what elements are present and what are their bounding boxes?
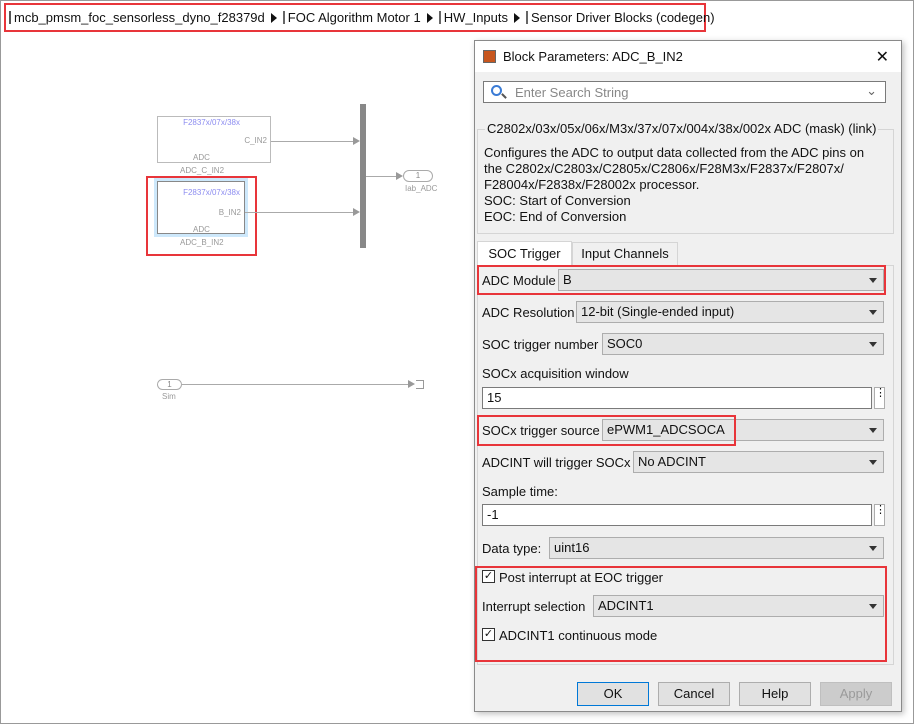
breadcrumb-item[interactable]: mcb_pmsm_foc_sensorless_dyno_f28379d bbox=[14, 10, 265, 25]
block-type: ADC bbox=[193, 153, 210, 162]
inport-block[interactable]: 1 bbox=[157, 379, 182, 390]
terminator-block[interactable] bbox=[416, 380, 424, 389]
outport-block[interactable]: 1 bbox=[403, 170, 433, 182]
block-parameters-dialog: Block Parameters: ADC_B_IN2 ✕ Enter Sear… bbox=[474, 40, 902, 712]
signal-line bbox=[366, 176, 397, 177]
chevron-down-icon[interactable]: ⌄ bbox=[866, 83, 877, 99]
adc-c-block[interactable]: F2837x/07x/38x C_IN2 ADC bbox=[157, 116, 271, 163]
data-type-label: Data type: bbox=[482, 541, 542, 556]
adc-resolution-select[interactable]: 12-bit (Single-ended input) bbox=[576, 301, 884, 323]
chevron-right-icon bbox=[514, 12, 521, 23]
subsystem-icon bbox=[526, 11, 529, 24]
breadcrumb-item[interactable]: HW_Inputs bbox=[444, 10, 508, 25]
model-icon bbox=[9, 11, 11, 24]
search-input[interactable]: Enter Search String ⌄ bbox=[483, 81, 886, 103]
block-device: F2837x/07x/38x bbox=[183, 118, 240, 127]
ok-button[interactable]: OK bbox=[577, 682, 649, 706]
signal-line bbox=[182, 384, 410, 385]
description: Configures the ADC to output data collec… bbox=[484, 145, 864, 225]
highlight-box bbox=[477, 265, 886, 295]
inport-name: Sim bbox=[162, 392, 176, 401]
dialog-titlebar: Block Parameters: ADC_B_IN2 ✕ bbox=[475, 41, 901, 72]
apply-button[interactable]: Apply bbox=[820, 682, 892, 706]
acq-window-label: SOCx acquisition window bbox=[482, 366, 629, 381]
arrowhead bbox=[408, 380, 415, 388]
description-line: F28004x/F2838x/F28002x processor. bbox=[484, 177, 700, 192]
description-line: Configures the ADC to output data collec… bbox=[484, 145, 865, 160]
soc-trigger-number-label: SOC trigger number bbox=[482, 337, 599, 352]
block-icon bbox=[483, 50, 496, 63]
arrowhead bbox=[353, 208, 360, 216]
signal-line bbox=[245, 212, 354, 213]
description-line: EOC: End of Conversion bbox=[484, 209, 627, 224]
cancel-button[interactable]: Cancel bbox=[658, 682, 730, 706]
adcint-trigger-label: ADCINT will trigger SOCx bbox=[482, 455, 631, 470]
subsystem-icon bbox=[438, 11, 441, 24]
breadcrumb-item[interactable]: Sensor Driver Blocks (codegen) bbox=[531, 10, 715, 25]
search-icon-handle bbox=[501, 93, 507, 99]
more-options-icon[interactable]: ⋮ bbox=[874, 387, 886, 409]
group-title: C2802x/03x/05x/06x/M3x/37x/07x/004x/38x/… bbox=[485, 121, 879, 136]
tab-soc-trigger[interactable]: SOC Trigger bbox=[477, 241, 572, 266]
arrowhead bbox=[353, 137, 360, 145]
block-port: C_IN2 bbox=[244, 136, 267, 145]
acq-window-input[interactable]: 15 bbox=[482, 387, 872, 409]
highlight-box bbox=[146, 176, 257, 256]
signal-line bbox=[271, 141, 354, 142]
description-line: the C2802x/C2803x/C2805x/C2806x/F28M3x/F… bbox=[484, 161, 844, 176]
help-button[interactable]: Help bbox=[739, 682, 811, 706]
data-type-select[interactable]: uint16 bbox=[549, 537, 884, 559]
adc-resolution-label: ADC Resolution bbox=[482, 305, 575, 320]
chevron-right-icon bbox=[426, 12, 433, 23]
arrowhead bbox=[396, 172, 403, 180]
more-options-icon[interactable]: ⋮ bbox=[874, 504, 886, 526]
sample-time-input[interactable]: -1 bbox=[482, 504, 872, 526]
tab-input-channels[interactable]: Input Channels bbox=[572, 242, 678, 265]
highlight-box bbox=[477, 415, 736, 446]
breadcrumb-item[interactable]: FOC Algorithm Motor 1 bbox=[288, 10, 421, 25]
close-icon[interactable]: ✕ bbox=[876, 47, 889, 67]
adcint-trigger-select[interactable]: No ADCINT bbox=[633, 451, 884, 473]
sample-time-label: Sample time: bbox=[482, 484, 558, 499]
dialog-title: Block Parameters: ADC_B_IN2 bbox=[503, 49, 683, 64]
description-line: SOC: Start of Conversion bbox=[484, 193, 631, 208]
search-placeholder: Enter Search String bbox=[515, 85, 629, 100]
chevron-right-icon bbox=[270, 12, 277, 23]
breadcrumb: mcb_pmsm_foc_sensorless_dyno_f28379d FOC… bbox=[4, 3, 715, 32]
block-name: ADC_C_IN2 bbox=[180, 166, 225, 175]
soc-trigger-number-select[interactable]: SOC0 bbox=[602, 333, 884, 355]
highlight-box bbox=[475, 566, 887, 662]
outport-name: Iab_ADC bbox=[405, 184, 438, 193]
subsystem-icon bbox=[282, 11, 285, 24]
